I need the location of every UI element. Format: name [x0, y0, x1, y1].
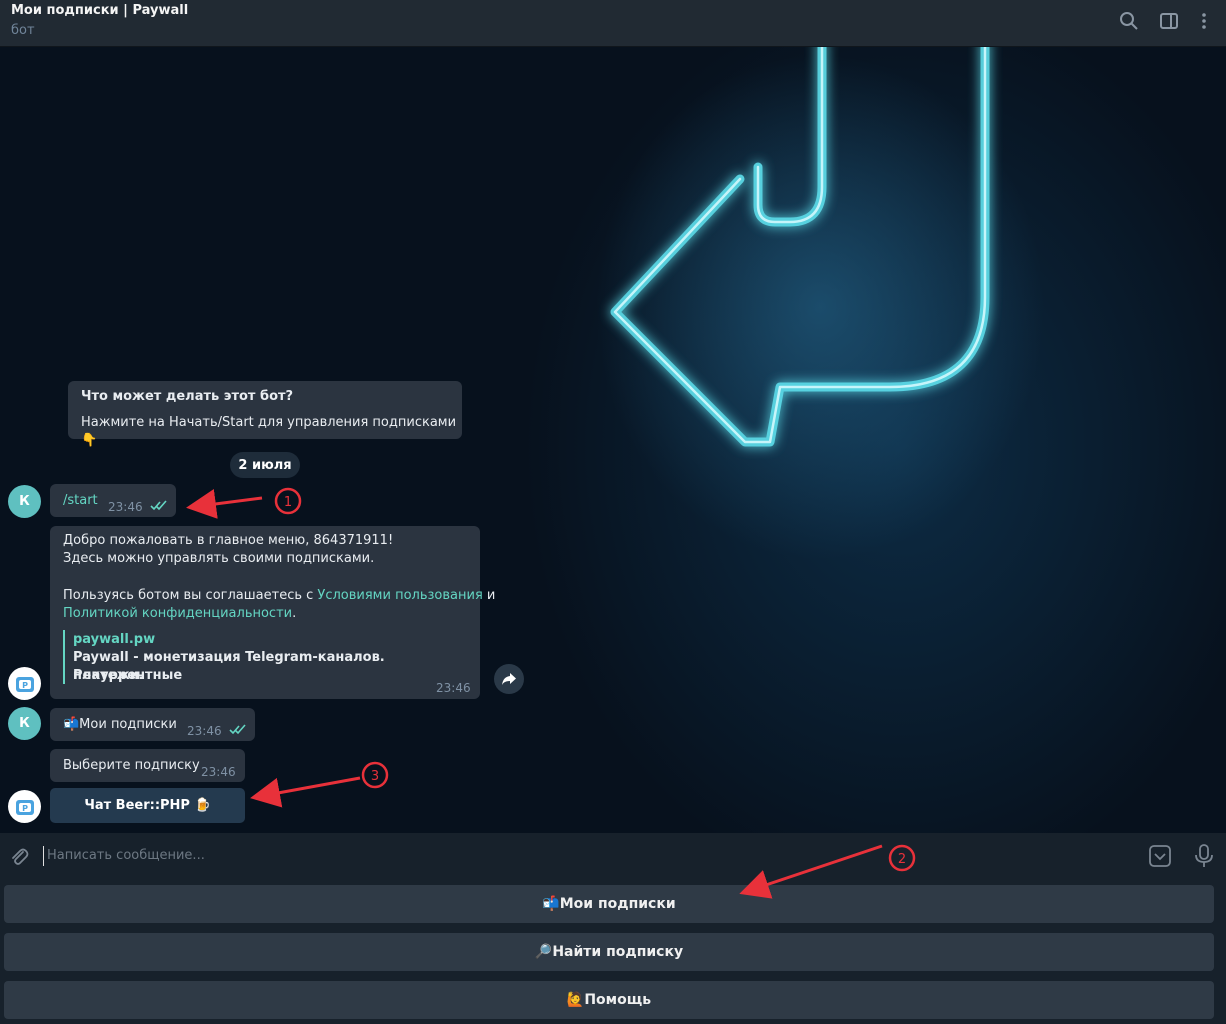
message-choose: Выберите подписку 23:46: [50, 749, 245, 782]
forward-button[interactable]: [494, 664, 524, 694]
bot-info-card: Что может делать этот бот? Нажмите на На…: [68, 381, 462, 448]
privacy-link[interactable]: Политикой конфиденциальности: [63, 606, 292, 621]
message-time: 23:46: [187, 724, 222, 738]
message-my-subs: 📬Мои подписки 23:46: [50, 708, 255, 741]
bot-avatar[interactable]: P: [8, 667, 41, 700]
forward-icon: [502, 673, 516, 685]
attach-icon[interactable]: [8, 846, 30, 868]
message-start: /start 23:46: [50, 484, 176, 517]
message-composer: Написать сообщение...: [0, 833, 1226, 879]
svg-text:P: P: [22, 681, 28, 690]
agreement-prefix: Пользуясь ботом вы соглашаетесь с: [63, 588, 318, 603]
avatar[interactable]: К: [8, 707, 41, 740]
text-cursor: [43, 846, 44, 866]
welcome-line-1: Добро пожаловать в главное меню, 8643719…: [63, 533, 394, 548]
avatar[interactable]: К: [8, 485, 41, 518]
double-check-icon: [229, 724, 246, 735]
privacy-period: .: [292, 606, 297, 621]
chat-title[interactable]: Мои подписки | Paywall: [11, 3, 188, 18]
terms-link[interactable]: Условиями пользования: [317, 588, 482, 603]
date-separator: 2 июля: [230, 452, 300, 478]
bot-keyboard-icon[interactable]: [1149, 845, 1171, 867]
search-icon[interactable]: [1118, 10, 1140, 32]
welcome-line-2: Здесь можно управлять своими подписками.: [63, 551, 375, 566]
sidebar-toggle-icon[interactable]: [1158, 10, 1180, 32]
chat-area: Что может делать этот бот? Нажмите на На…: [0, 47, 1226, 833]
message-welcome: Добро пожаловать в главное меню, 8643719…: [50, 526, 495, 699]
microphone-icon[interactable]: [1194, 844, 1214, 868]
paywall-logo-icon: P: [15, 799, 34, 815]
keyboard-button-my-subscriptions[interactable]: 📬Мои подписки: [4, 885, 1214, 923]
chat-subtitle: бот: [11, 23, 35, 38]
svg-text:P: P: [22, 804, 28, 813]
message-input[interactable]: Написать сообщение...: [47, 848, 205, 863]
chat-header: Мои подписки | Paywall бот: [0, 0, 1226, 47]
welcome-agreement: Пользуясь ботом вы соглашаетесь с Услови…: [63, 587, 495, 605]
welcome-privacy: Политикой конфиденциальности.: [63, 605, 296, 623]
more-vertical-icon[interactable]: [1193, 10, 1215, 32]
link-preview-site[interactable]: paywall.pw: [73, 631, 155, 649]
link-preview-bar: [63, 630, 65, 684]
keyboard-button-find-subscription[interactable]: 🔎Найти подписку: [4, 933, 1214, 971]
paywall-logo-icon: P: [15, 676, 34, 692]
reply-keyboard: 📬Мои подписки 🔎Найти подписку 🙋Помощь: [0, 879, 1226, 1024]
bot-avatar[interactable]: P: [8, 790, 41, 823]
message-time: 23:46: [436, 681, 471, 695]
double-check-icon: [150, 500, 167, 511]
inline-button-beer-php[interactable]: Чат Beer::PHP 🍺: [50, 788, 245, 823]
agreement-and: и: [482, 588, 496, 603]
keyboard-button-help[interactable]: 🙋Помощь: [4, 981, 1214, 1019]
bot-info-title: Что может делать этот бот?: [81, 389, 294, 404]
message-text: Выберите подписку: [63, 758, 200, 773]
message-text[interactable]: /start: [63, 492, 98, 510]
bot-info-text: Нажмите на Начать/Start для управления п…: [81, 415, 457, 448]
link-preview-title-2: платежи.: [73, 668, 144, 683]
message-time: 23:46: [201, 765, 236, 779]
message-text: 📬Мои подписки: [63, 717, 177, 732]
message-time: 23:46: [108, 500, 143, 514]
